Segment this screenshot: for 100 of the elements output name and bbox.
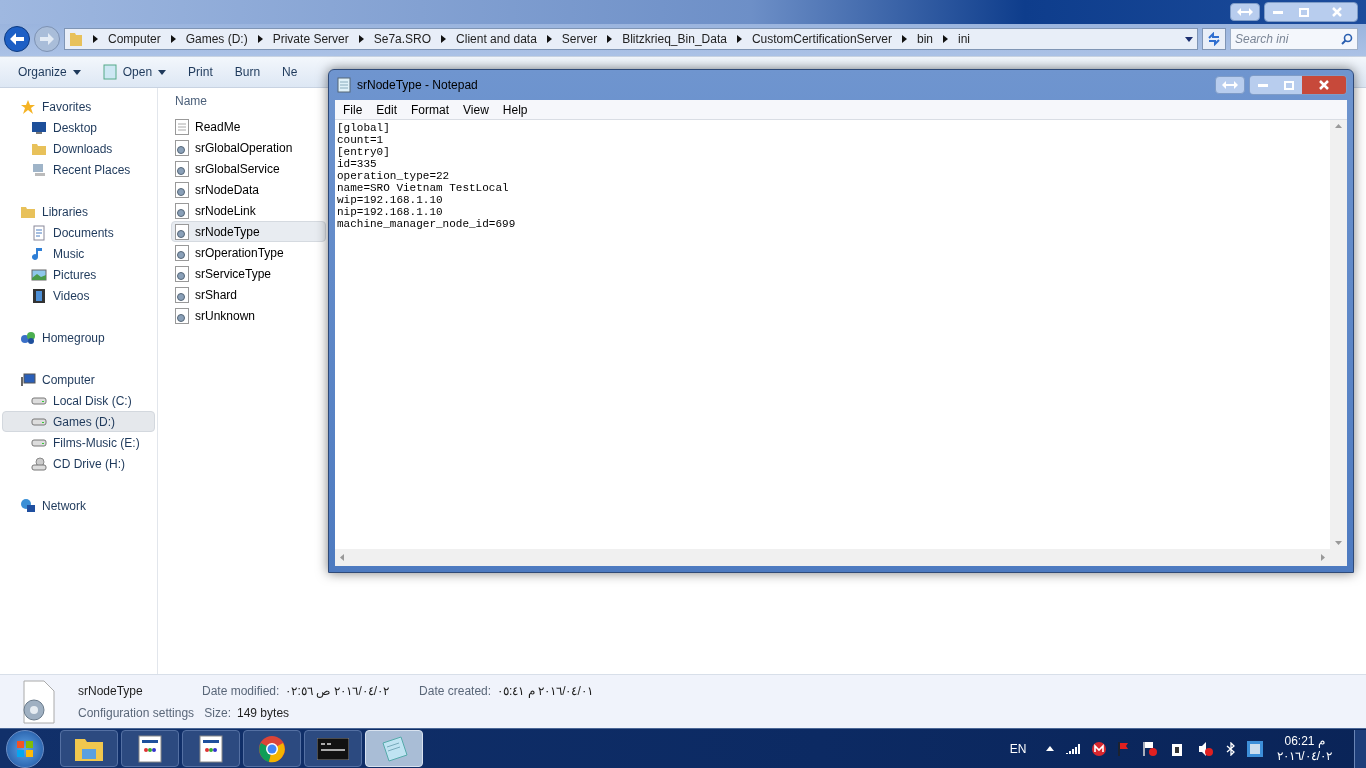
search-field[interactable]: Search ini <box>1230 28 1358 50</box>
nav-group[interactable]: Network <box>0 495 157 516</box>
explorer-entry[interactable]: srGlobalOperation <box>171 137 326 158</box>
chevron-icon <box>546 35 552 43</box>
application-icon <box>138 734 162 763</box>
close-button[interactable] <box>1302 76 1346 94</box>
settings-file-icon <box>175 202 189 219</box>
horizontal-scrollbar[interactable] <box>335 549 1330 566</box>
start-button[interactable] <box>6 729 44 768</box>
nav-item[interactable]: Desktop <box>2 117 155 138</box>
text-line: [global] <box>337 122 391 134</box>
toolbar-button[interactable]: Print <box>188 63 213 81</box>
chevron-icon <box>736 35 742 43</box>
signal-bars-icon <box>1066 743 1081 754</box>
clock-date[interactable]: ٢٠١٦/٠٤/٠٢ <box>1277 748 1332 764</box>
text-line: nip=192.168.1.10 <box>337 206 444 218</box>
column-header[interactable]: Name <box>174 92 207 112</box>
breadcrumb[interactable]: ini <box>957 30 970 48</box>
back-button[interactable] <box>4 26 30 52</box>
nav-item[interactable]: Documents <box>2 222 155 243</box>
explorer-entry[interactable]: ReadMe <box>171 116 326 137</box>
menu-item[interactable]: Format <box>405 100 456 119</box>
chevron-icon <box>170 35 176 43</box>
text-line: name=SRO Vietnam TestLocal <box>337 182 510 194</box>
breadcrumb[interactable]: Computer <box>108 30 161 48</box>
breadcrumb[interactable]: Server <box>561 30 598 48</box>
breadcrumb[interactable]: Se7a.SRO <box>373 30 432 48</box>
network-icon <box>20 497 36 514</box>
monitor-icon <box>31 119 47 136</box>
resize-button[interactable] <box>1230 3 1260 21</box>
refresh-button[interactable] <box>1202 28 1226 50</box>
breadcrumb[interactable]: Client and data <box>456 30 537 48</box>
explorer-entry[interactable]: srOperationType <box>171 242 326 263</box>
taskbar-button[interactable] <box>60 730 118 767</box>
toolbar-button[interactable]: Organize <box>18 63 81 81</box>
nav-group[interactable]: Computer <box>0 369 157 390</box>
settings-file-icon <box>175 160 189 177</box>
dropdown-icon <box>72 69 81 75</box>
nav-item[interactable]: Downloads <box>2 138 155 159</box>
search-icon <box>1341 33 1353 45</box>
explorer-entry[interactable]: srServiceType <box>171 263 326 284</box>
breadcrumb[interactable]: Games (D:) <box>185 30 248 48</box>
address-bar[interactable]: Computer Games (D:) Private Server Se7a.SRO Client and data Server Blitzkrieq_Bin_Data CustomCertificationServer bin ini <box>64 28 1198 50</box>
chevron-icon <box>358 35 364 43</box>
menu-item[interactable]: File <box>337 100 369 119</box>
show-desktop-button[interactable] <box>1354 729 1366 768</box>
breadcrumb[interactable]: CustomCertificationServer <box>751 30 892 48</box>
nav-item[interactable]: CD Drive (H:) <box>2 453 155 474</box>
double-arrow-icon <box>1222 81 1238 89</box>
taskbar-button[interactable] <box>121 730 179 767</box>
toolbar-button[interactable]: Burn <box>234 63 261 81</box>
settings-file-icon <box>175 181 189 198</box>
settings-file-icon <box>175 307 189 324</box>
document-icon <box>31 224 47 241</box>
explorer-entry[interactable]: srGlobalService <box>171 158 326 179</box>
nav-item[interactable]: Music <box>2 243 155 264</box>
up-arrow-icon <box>1335 124 1342 128</box>
nav-group[interactable]: Libraries <box>0 201 157 222</box>
toolbar-button[interactable]: Open <box>102 63 167 81</box>
file-type: Configuration settings <box>78 704 196 722</box>
dropdown-icon <box>158 69 167 75</box>
flag-icon <box>1118 741 1131 756</box>
vertical-scrollbar[interactable] <box>1330 120 1347 549</box>
breadcrumb[interactable]: Private Server <box>272 30 349 48</box>
breadcrumb[interactable]: bin <box>916 30 933 48</box>
dropdown-icon <box>1185 36 1193 42</box>
clock-time[interactable]: 06:21 م <box>1284 733 1325 749</box>
nav-item[interactable]: Videos <box>2 285 155 306</box>
nav-item[interactable]: Local Disk (C:) <box>2 390 155 411</box>
chevron-up-icon <box>1046 746 1055 751</box>
console-icon <box>317 737 349 760</box>
cd-drive-icon <box>31 455 47 472</box>
flag-error-icon <box>1142 740 1159 757</box>
text-line: id=335 <box>337 158 378 170</box>
taskbar-button[interactable] <box>243 730 301 767</box>
menu-item[interactable]: View <box>457 100 495 119</box>
folder-icon <box>69 31 83 47</box>
notepad-icon <box>102 64 117 80</box>
language-indicator[interactable]: EN <box>1009 739 1027 758</box>
date-created-value: ٢٠١٦/٠٤/٠١ م ٠٥:٤١ <box>497 682 593 700</box>
explorer-entry[interactable]: srNodeData <box>171 179 326 200</box>
menu-item[interactable]: Edit <box>370 100 404 119</box>
nav-item[interactable]: Films-Music (E:) <box>2 432 155 453</box>
back-arrow-icon <box>10 33 24 45</box>
toolbar-button[interactable]: Ne <box>282 63 298 81</box>
explorer-entry[interactable]: srShard <box>171 284 326 305</box>
menu-item[interactable]: Help <box>496 100 534 119</box>
nav-item[interactable]: Pictures <box>2 264 155 285</box>
explorer-entry[interactable]: srNodeType <box>171 221 326 242</box>
nav-group[interactable]: Favorites <box>0 96 157 117</box>
nav-item[interactable]: Recent Places <box>2 159 155 180</box>
date-modified-value: ٢٠١٦/٠٤/٠٢ ص ٠٢:٥٦ <box>285 682 390 700</box>
breadcrumb[interactable]: Blitzkrieq_Bin_Data <box>622 30 727 48</box>
nav-group[interactable]: Homegroup <box>0 327 157 348</box>
taskbar-button[interactable] <box>182 730 240 767</box>
taskbar-button[interactable] <box>304 730 362 767</box>
explorer-entry[interactable]: srUnknown <box>171 305 326 326</box>
nav-item[interactable]: Games (D:) <box>2 411 155 432</box>
chevron-icon <box>257 35 263 43</box>
explorer-entry[interactable]: srNodeLink <box>171 200 326 221</box>
